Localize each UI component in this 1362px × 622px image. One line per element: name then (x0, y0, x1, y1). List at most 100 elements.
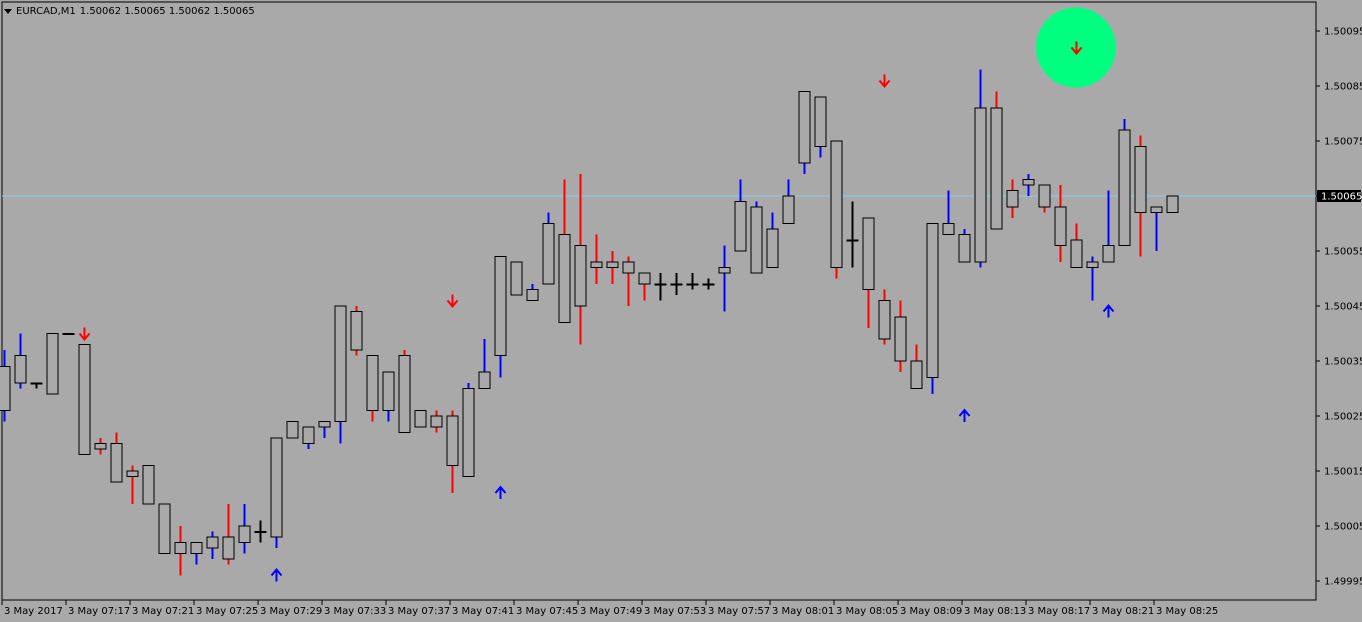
candle (78, 344, 91, 455)
x-tick-label: 3 May 07:41 (452, 606, 514, 617)
candle-body (1022, 179, 1035, 186)
price-axis[interactable]: 1.50095 1.50085 1.50075 1.50065 1.50055 1.500… (1316, 27, 1362, 588)
candle-body (990, 107, 1003, 230)
candle (350, 306, 363, 356)
y-tick-label: 1.50055 (1324, 247, 1362, 258)
candle-body (446, 415, 459, 466)
candle-body (542, 223, 555, 285)
candle-body (606, 261, 619, 268)
x-tick-label: 3 May 07:21 (132, 606, 194, 617)
y-tick-label: 1.50015 (1324, 467, 1362, 478)
candle (750, 201, 763, 274)
candle-body (350, 311, 363, 351)
candle (1118, 119, 1131, 246)
candle-body (1054, 206, 1067, 246)
candle-body (398, 355, 411, 433)
candle-body (1006, 190, 1019, 208)
candle (542, 212, 555, 285)
candle-body (78, 344, 91, 455)
x-tick-label: 3 May 07:53 (644, 606, 706, 617)
candle (158, 503, 171, 554)
x-tick-label: 3 May 08:13 (964, 606, 1026, 617)
chart-header: EURCAD,M1 1.50062 1.50065 1.50062 1.5006… (4, 4, 255, 18)
candle-body (766, 228, 779, 268)
y-tick-label: 1.50095 (1324, 27, 1362, 38)
x-tick-label: 3 May 07:25 (196, 606, 258, 617)
plot-area[interactable] (1, 1, 1317, 601)
candle (142, 465, 155, 505)
candle-body (702, 283, 715, 286)
candle-body (910, 360, 923, 389)
candle (414, 410, 427, 428)
candle-body (286, 421, 299, 439)
candle (926, 223, 939, 394)
candle-body (670, 283, 683, 286)
candle-body (142, 465, 155, 505)
candle-body (974, 107, 987, 263)
candle-body (846, 239, 859, 242)
candle-body (110, 443, 123, 483)
candle-body (158, 503, 171, 554)
y-tick-label: 1.50025 (1324, 412, 1362, 423)
plot-frame (1, 1, 1317, 601)
candle-body (0, 366, 11, 411)
candle (286, 421, 299, 439)
candle-body (430, 415, 443, 428)
candle-body (830, 140, 843, 268)
y-tick-label: 1.50005 (1324, 522, 1362, 533)
chart-menu-triangle-icon[interactable] (4, 8, 12, 14)
x-tick-label: 3 May 07:33 (324, 606, 386, 617)
candle-body (1150, 206, 1163, 213)
candle-body (1038, 184, 1051, 208)
candle-body (366, 355, 379, 411)
candle-body (1166, 195, 1179, 213)
candle-body (462, 388, 475, 477)
candle-body (926, 223, 939, 378)
candle (1166, 195, 1179, 213)
candle-body (126, 470, 139, 477)
symbol-label: EURCAD,M1 (16, 5, 76, 17)
candle-body (238, 525, 251, 543)
candle-body (254, 531, 267, 533)
candle-body (558, 234, 571, 323)
x-tick-label: 3 May 08:09 (900, 606, 962, 617)
candle-body (46, 333, 59, 395)
price-chart[interactable]: 1.50095 1.50085 1.50075 1.50065 1.50055 1.500… (0, 0, 1362, 622)
x-tick-label: 3 May 08:21 (1092, 606, 1154, 617)
candle-body (734, 201, 747, 252)
y-tick-label: 1.50085 (1324, 82, 1362, 93)
candle-body (1134, 146, 1147, 213)
candle-body (222, 536, 235, 560)
candle-body (174, 542, 187, 554)
chart-window[interactable]: EURCAD,M1 1.50062 1.50065 1.50062 1.5006… (0, 0, 1362, 622)
x-tick-label: 3 May 07:57 (708, 606, 770, 617)
candle-body (334, 305, 347, 422)
candle-body (814, 96, 827, 147)
x-tick-label: 3 May 2017 (4, 606, 63, 617)
candle (398, 350, 411, 433)
candle-body (270, 437, 283, 538)
candle-body (62, 333, 75, 335)
candle (798, 91, 811, 174)
candle-body (622, 261, 635, 274)
x-tick-label: 3 May 08:01 (772, 606, 834, 617)
candle-body (510, 261, 523, 296)
candle-body (94, 443, 107, 450)
candle-body (414, 410, 427, 428)
candle-body (862, 217, 875, 290)
current-price-label: 1.50065 (1321, 192, 1362, 203)
y-tick-label: 1.50075 (1324, 137, 1362, 148)
y-tick-label: 1.50035 (1324, 357, 1362, 368)
candle-body (30, 382, 43, 385)
candle-body (942, 223, 955, 235)
candle-body (574, 245, 587, 307)
candle-body (14, 355, 27, 384)
candle-body (686, 283, 699, 286)
candle-body (590, 261, 603, 268)
candle (46, 333, 59, 395)
candle-body (798, 91, 811, 164)
candle (990, 91, 1003, 230)
y-tick-label: 1.49995 (1324, 577, 1362, 588)
candle (462, 383, 475, 477)
time-axis[interactable]: 3 May 2017 3 May 07:17 3 May 07:21 3 May 07… (1, 600, 1218, 617)
